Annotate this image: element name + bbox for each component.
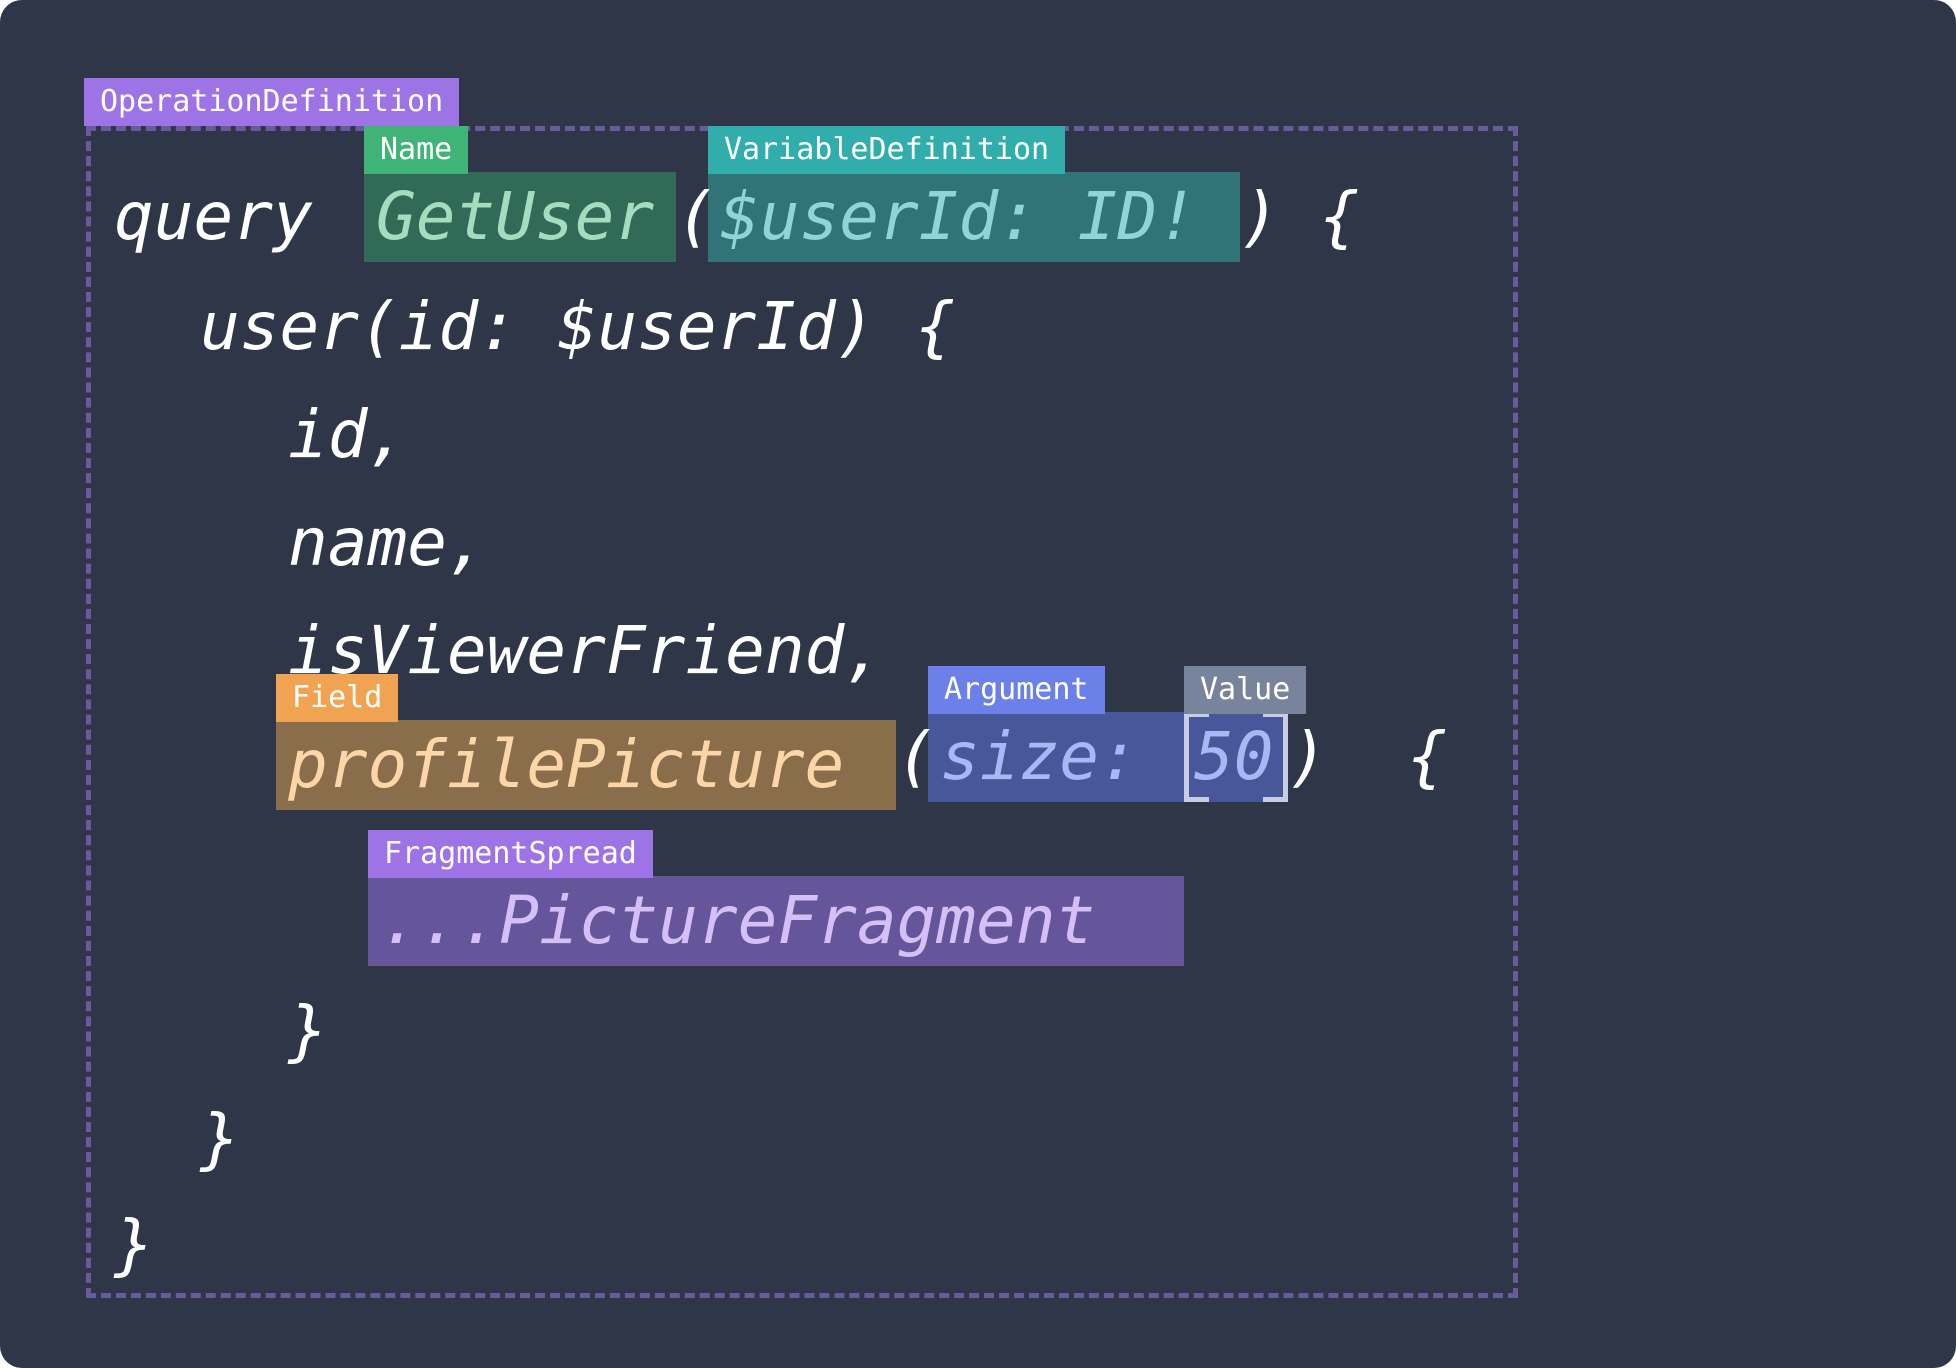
value-bracket [1184, 712, 1288, 802]
close-brace-query: } [114, 1206, 154, 1283]
value-tag: Value [1184, 666, 1307, 714]
code-line-id: id, [288, 396, 408, 473]
name-highlight: GetUser [364, 172, 676, 262]
close-brace-inner: } [288, 992, 328, 1069]
close-paren-brace-2: ) { [1288, 718, 1447, 795]
code-line-user: user(id: $userId) { [200, 288, 955, 365]
close-paren-brace: ) { [1240, 178, 1360, 255]
query-keyword: query [114, 178, 353, 255]
fragment-spread-highlight: ...PictureFragment [368, 876, 1184, 966]
name-tag: Name [364, 126, 469, 174]
operation-definition-tag: OperationDefinition [84, 78, 460, 126]
variable-definition-highlight: $userId: ID! [708, 172, 1240, 262]
close-brace-user: } [200, 1100, 240, 1177]
fragment-spread-tag: FragmentSpread [368, 830, 653, 878]
open-paren: ( [676, 178, 716, 255]
open-paren-2: ( [896, 718, 936, 795]
field-highlight: profilePicture [276, 720, 896, 810]
code-line-name: name, [288, 504, 487, 581]
variable-definition-tag: VariableDefinition [708, 126, 1066, 174]
argument-tag: Argument [928, 666, 1105, 714]
diagram-panel: GetUser $userId: ID! profilePicture size… [0, 0, 1956, 1368]
field-tag: Field [276, 674, 399, 722]
